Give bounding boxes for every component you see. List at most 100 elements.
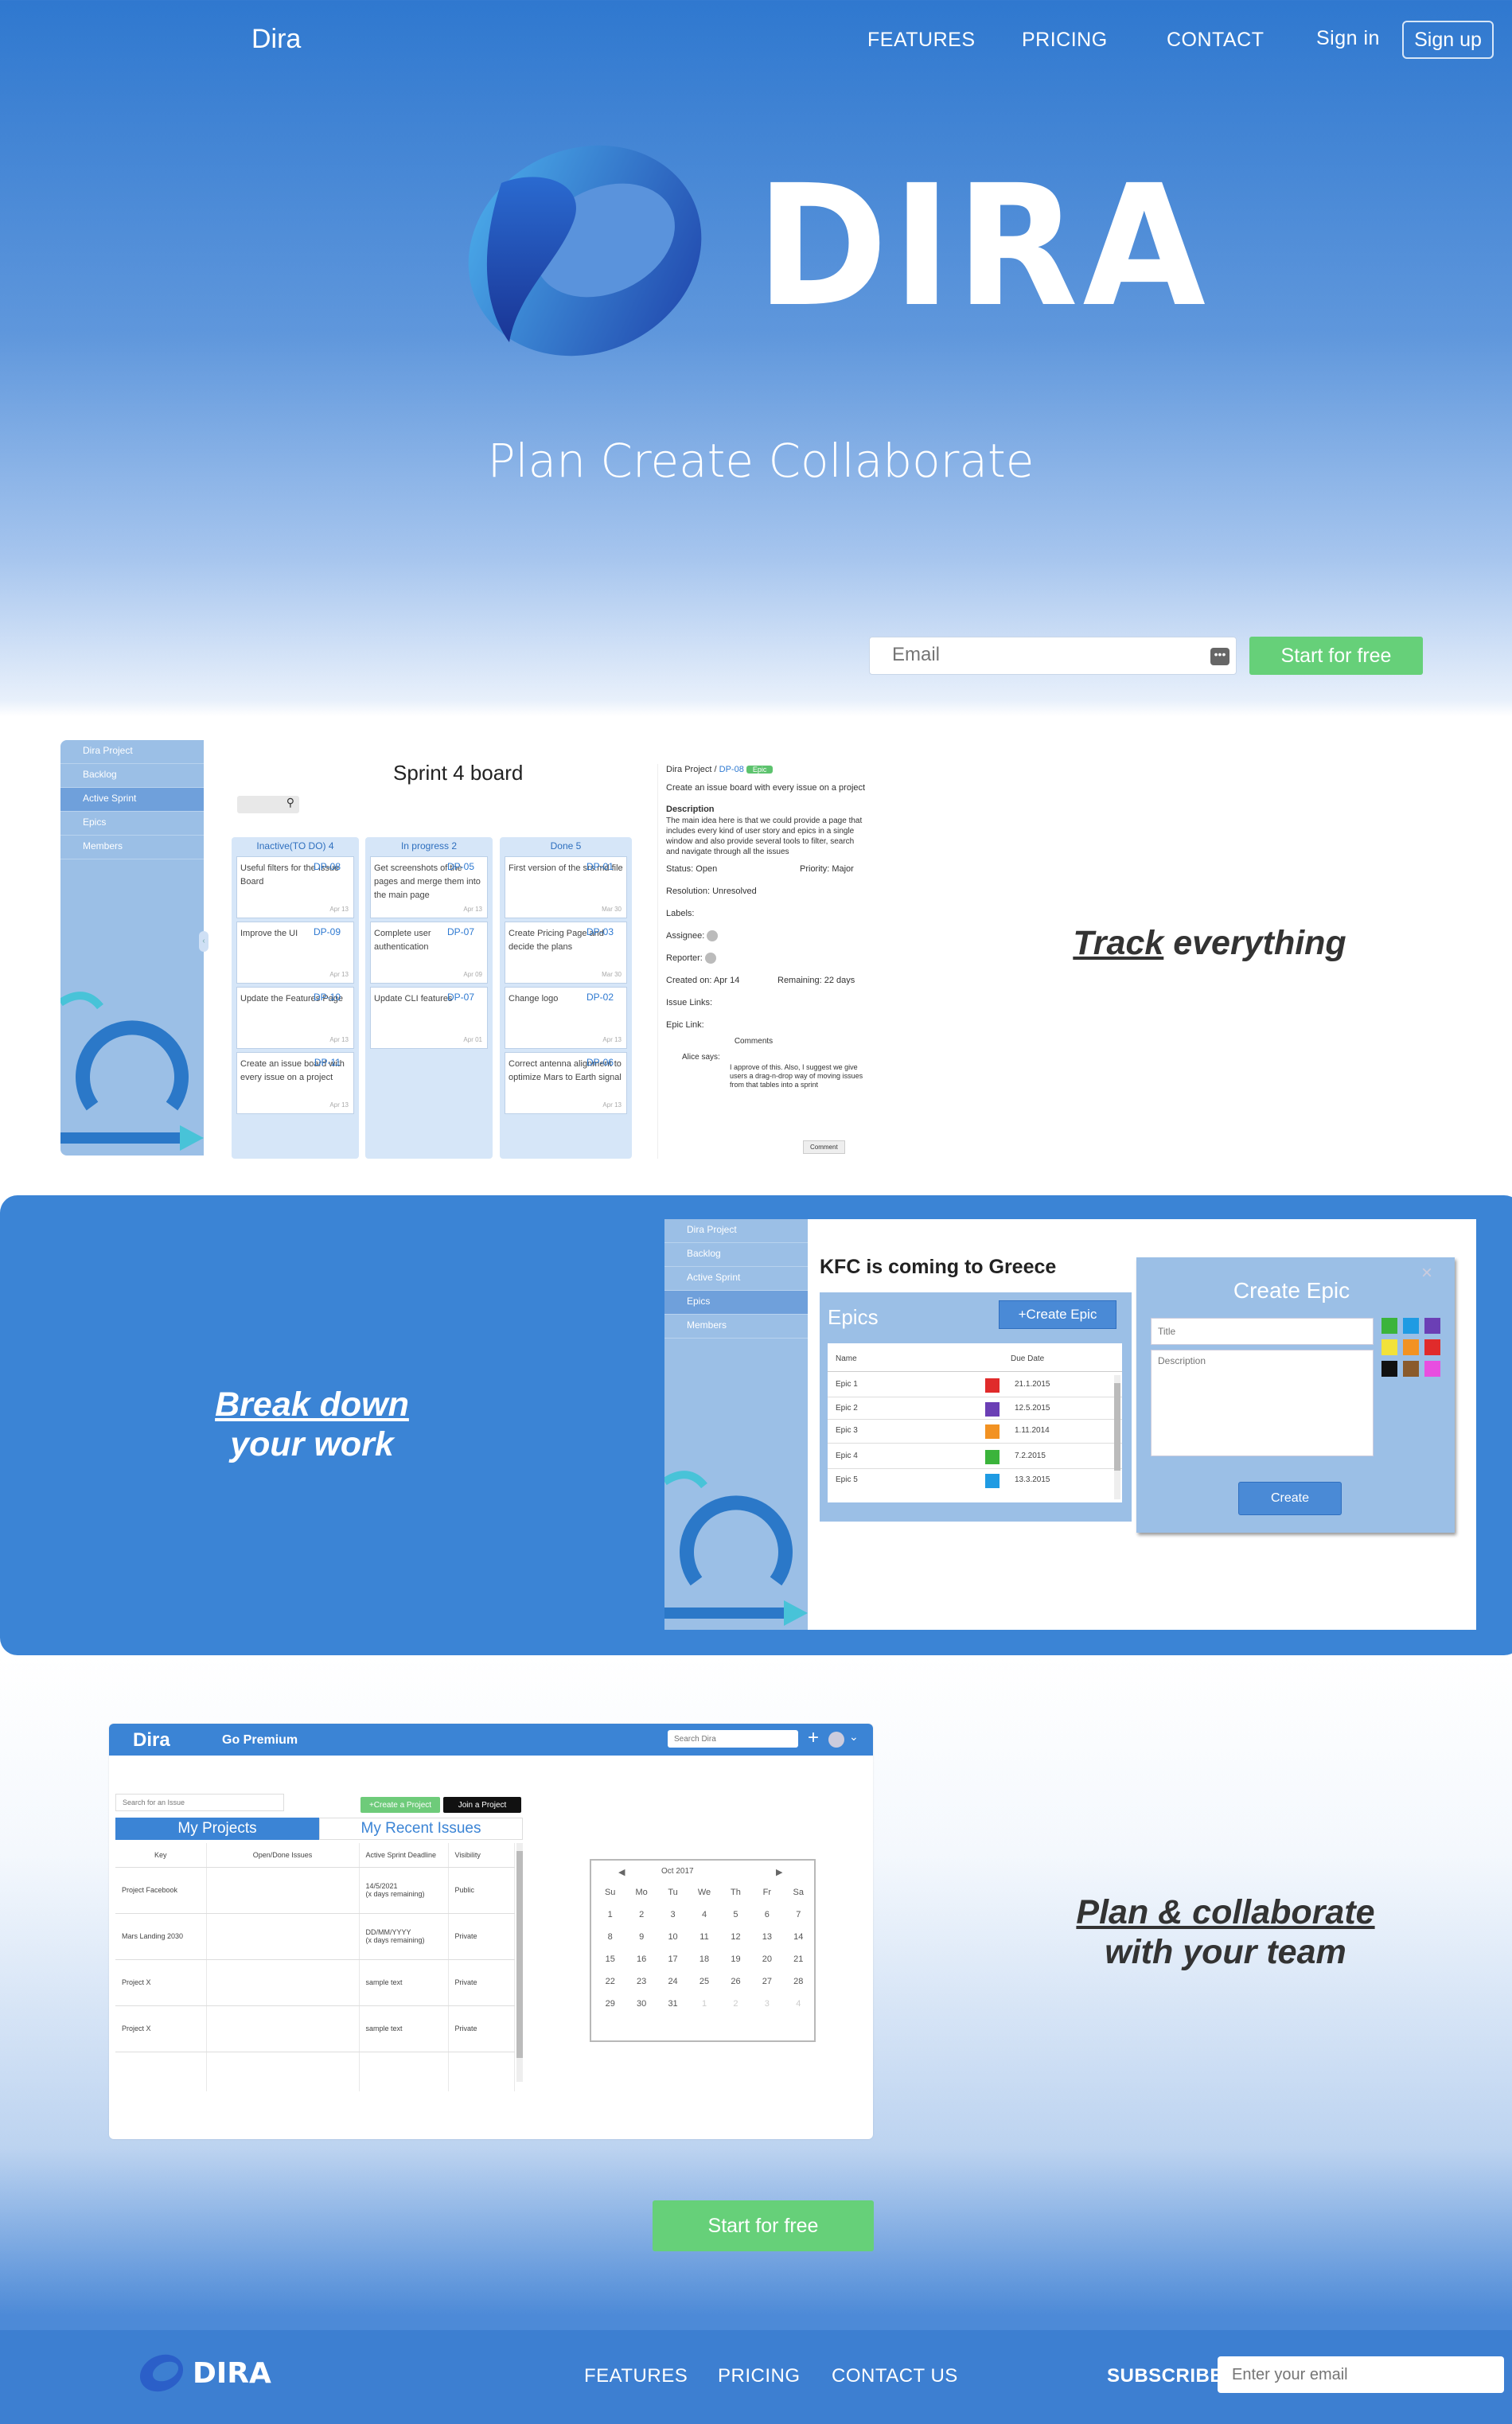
- sidebar-item-members[interactable]: Members: [664, 1315, 808, 1339]
- hero-email-input[interactable]: [870, 637, 1188, 672]
- color-swatch[interactable]: [1381, 1361, 1397, 1377]
- hero-start-button[interactable]: Start for free: [1249, 637, 1423, 675]
- prev-month-icon[interactable]: ◀: [618, 1867, 625, 1877]
- issue-card[interactable]: Update the Features Page DP-10 Apr 13: [236, 987, 354, 1049]
- dira-logo-icon: [454, 135, 716, 370]
- epics-panel: Epics +Create Epic Name Due Date Epic 1 21…: [820, 1292, 1132, 1522]
- sign-up-button[interactable]: Sign up: [1402, 21, 1494, 59]
- calendar-grid: Su Mo Tu We Th Fr Sa 1234567 8 9 10 11 12 13 14 15 16…: [604, 1888, 804, 2009]
- sidebar-item-active-sprint[interactable]: Active Sprint: [60, 788, 204, 812]
- comment-button[interactable]: Comment: [803, 1140, 845, 1154]
- password-manager-icon[interactable]: •••: [1210, 648, 1229, 665]
- epic-row[interactable]: Epic 4 7.2.2015: [828, 1444, 1122, 1469]
- projects-screenshot: Dira Go Premium + ⌄ +Create a Project Jo…: [109, 1724, 873, 2139]
- add-icon[interactable]: +: [808, 1727, 819, 1749]
- detail-heading: Create an issue board with every issue o…: [666, 783, 866, 793]
- issue-card[interactable]: Change logo DP-02 Apr 13: [505, 987, 627, 1049]
- footer-features-link[interactable]: FEATURES: [584, 2365, 688, 2387]
- join-project-button[interactable]: Join a Project: [443, 1797, 521, 1813]
- epic-row[interactable]: Epic 2 12.5.2015: [828, 1397, 1122, 1420]
- issue-card[interactable]: Improve the UI DP-09 Apr 13: [236, 922, 354, 984]
- epic-title-input[interactable]: [1151, 1318, 1374, 1345]
- avatar[interactable]: [707, 930, 719, 942]
- board-column-todo: Inactive(TO DO) 4 Useful filters for the…: [232, 837, 359, 1159]
- nav-features-link[interactable]: FEATURES: [867, 29, 976, 52]
- epics-panel-title: Epics: [828, 1305, 879, 1329]
- footer-logo-wordmark[interactable]: DIRA: [193, 2357, 271, 2390]
- color-swatch[interactable]: [1424, 1339, 1440, 1355]
- color-swatch[interactable]: [1381, 1339, 1397, 1355]
- table-row[interactable]: Mars Landing 2030 DD/MM/YYYY (x days rema…: [115, 1913, 515, 1960]
- sidebar-item-backlog[interactable]: Backlog: [60, 764, 204, 788]
- table-row[interactable]: [115, 2052, 515, 2091]
- sidebar-item-active-sprint[interactable]: Active Sprint: [664, 1267, 808, 1291]
- color-swatch[interactable]: [1403, 1361, 1419, 1377]
- issue-card[interactable]: Create an issue board with every issue o…: [236, 1052, 354, 1114]
- next-month-icon[interactable]: ▶: [776, 1867, 782, 1877]
- sidebar-item-project[interactable]: Dira Project: [664, 1219, 808, 1243]
- color-swatch[interactable]: [1381, 1318, 1397, 1334]
- footer-pricing-link[interactable]: PRICING: [718, 2365, 801, 2387]
- sidebar-item-epics[interactable]: Epics: [60, 812, 204, 836]
- create-project-button[interactable]: +Create a Project: [360, 1797, 440, 1813]
- table-row[interactable]: Project Xsample text Private: [115, 1959, 515, 2006]
- issue-card[interactable]: Get screenshots of the pages and merge t…: [370, 856, 488, 918]
- issue-card[interactable]: Useful filters for the Issue Board DP-08 A…: [236, 856, 354, 918]
- detail-epic-badge: Epic: [746, 766, 774, 774]
- sidebar-item-backlog[interactable]: Backlog: [664, 1243, 808, 1267]
- epic-color-swatch: [985, 1424, 1000, 1439]
- issue-card[interactable]: First version of the srs.md file DP-01 Mar…: [505, 856, 627, 918]
- footer-contact-link[interactable]: CONTACT US: [832, 2365, 958, 2387]
- app-search-input[interactable]: [668, 1730, 798, 1748]
- sidebar-item-members[interactable]: Members: [60, 836, 204, 859]
- color-picker: [1381, 1318, 1448, 1377]
- detail-breadcrumb[interactable]: Dira Project /: [666, 765, 719, 774]
- hero-email-field[interactable]: •••: [869, 637, 1237, 675]
- nav-contact-link[interactable]: CONTACT: [1167, 29, 1264, 52]
- color-swatch[interactable]: [1403, 1318, 1419, 1334]
- close-icon[interactable]: ×: [1421, 1262, 1432, 1284]
- color-swatch[interactable]: [1424, 1318, 1440, 1334]
- sidebar-item-epics[interactable]: Epics: [664, 1291, 808, 1315]
- epic-row[interactable]: Epic 1 21.1.2015: [828, 1372, 1122, 1397]
- issue-card[interactable]: Update CLI features DP-07 Apr 01: [370, 987, 488, 1049]
- issue-card[interactable]: Create Pricing Page and decide the plans…: [505, 922, 627, 984]
- create-epic-submit-button[interactable]: Create: [1238, 1482, 1342, 1515]
- color-swatch[interactable]: [1424, 1361, 1440, 1377]
- tab-my-projects[interactable]: My Projects: [115, 1818, 319, 1840]
- table-scrollbar[interactable]: [516, 1843, 523, 2082]
- issue-card[interactable]: Complete user authentication DP-07 Apr 09: [370, 922, 488, 984]
- sidebar-collapse-handle[interactable]: ‹: [199, 931, 208, 952]
- issue-detail-panel: Dira Project / DP-08 Epic Create an issu…: [657, 764, 868, 1159]
- tab-recent-issues[interactable]: My Recent Issues: [319, 1818, 523, 1840]
- feature-break-down-text: Break down your work: [215, 1385, 409, 1463]
- color-swatch[interactable]: [1403, 1339, 1419, 1355]
- epic-row[interactable]: Epic 3 1.11.2014: [828, 1420, 1122, 1444]
- detail-issue-id[interactable]: DP-08: [719, 765, 744, 774]
- issue-card[interactable]: Correct antenna alignment to optimize Ma…: [505, 1052, 627, 1114]
- epic-row[interactable]: Epic 5 13.3.2015: [828, 1469, 1122, 1493]
- epic-description-input[interactable]: [1151, 1350, 1374, 1456]
- projects-table-wrap: Key Open/Done Issues Active Sprint Deadlin…: [115, 1843, 523, 2091]
- sign-in-link[interactable]: Sign in: [1316, 27, 1380, 50]
- avatar[interactable]: [828, 1732, 844, 1748]
- table-row[interactable]: Project Facebook 14/5/2021 (x days remain…: [115, 1867, 515, 1914]
- table-row[interactable]: Project Xsample text Private: [115, 2005, 515, 2052]
- subscribe-email-input[interactable]: [1218, 2356, 1504, 2393]
- subscribe-label: SUBSCRIBE: [1107, 2365, 1223, 2387]
- nav-pricing-link[interactable]: PRICING: [1022, 29, 1108, 52]
- detail-description: The main idea here is that we could prov…: [666, 816, 863, 856]
- issue-search-input[interactable]: [115, 1794, 284, 1811]
- board-search-icon[interactable]: ⚲: [237, 796, 299, 813]
- app-brand[interactable]: Dira: [133, 1729, 170, 1752]
- avatar[interactable]: [704, 953, 716, 965]
- footer-logo-icon[interactable]: [137, 2352, 186, 2398]
- epics-scrollbar[interactable]: [1114, 1375, 1120, 1499]
- sidebar-item-project[interactable]: Dira Project: [60, 740, 204, 764]
- create-epic-button[interactable]: +Create Epic: [999, 1300, 1116, 1329]
- go-premium-link[interactable]: Go Premium: [222, 1733, 298, 1748]
- bottom-start-button[interactable]: Start for free: [653, 2200, 874, 2251]
- chevron-down-icon[interactable]: ⌄: [849, 1730, 859, 1744]
- column-header: Done 5: [550, 840, 582, 852]
- nav-brand[interactable]: Dira: [251, 24, 301, 55]
